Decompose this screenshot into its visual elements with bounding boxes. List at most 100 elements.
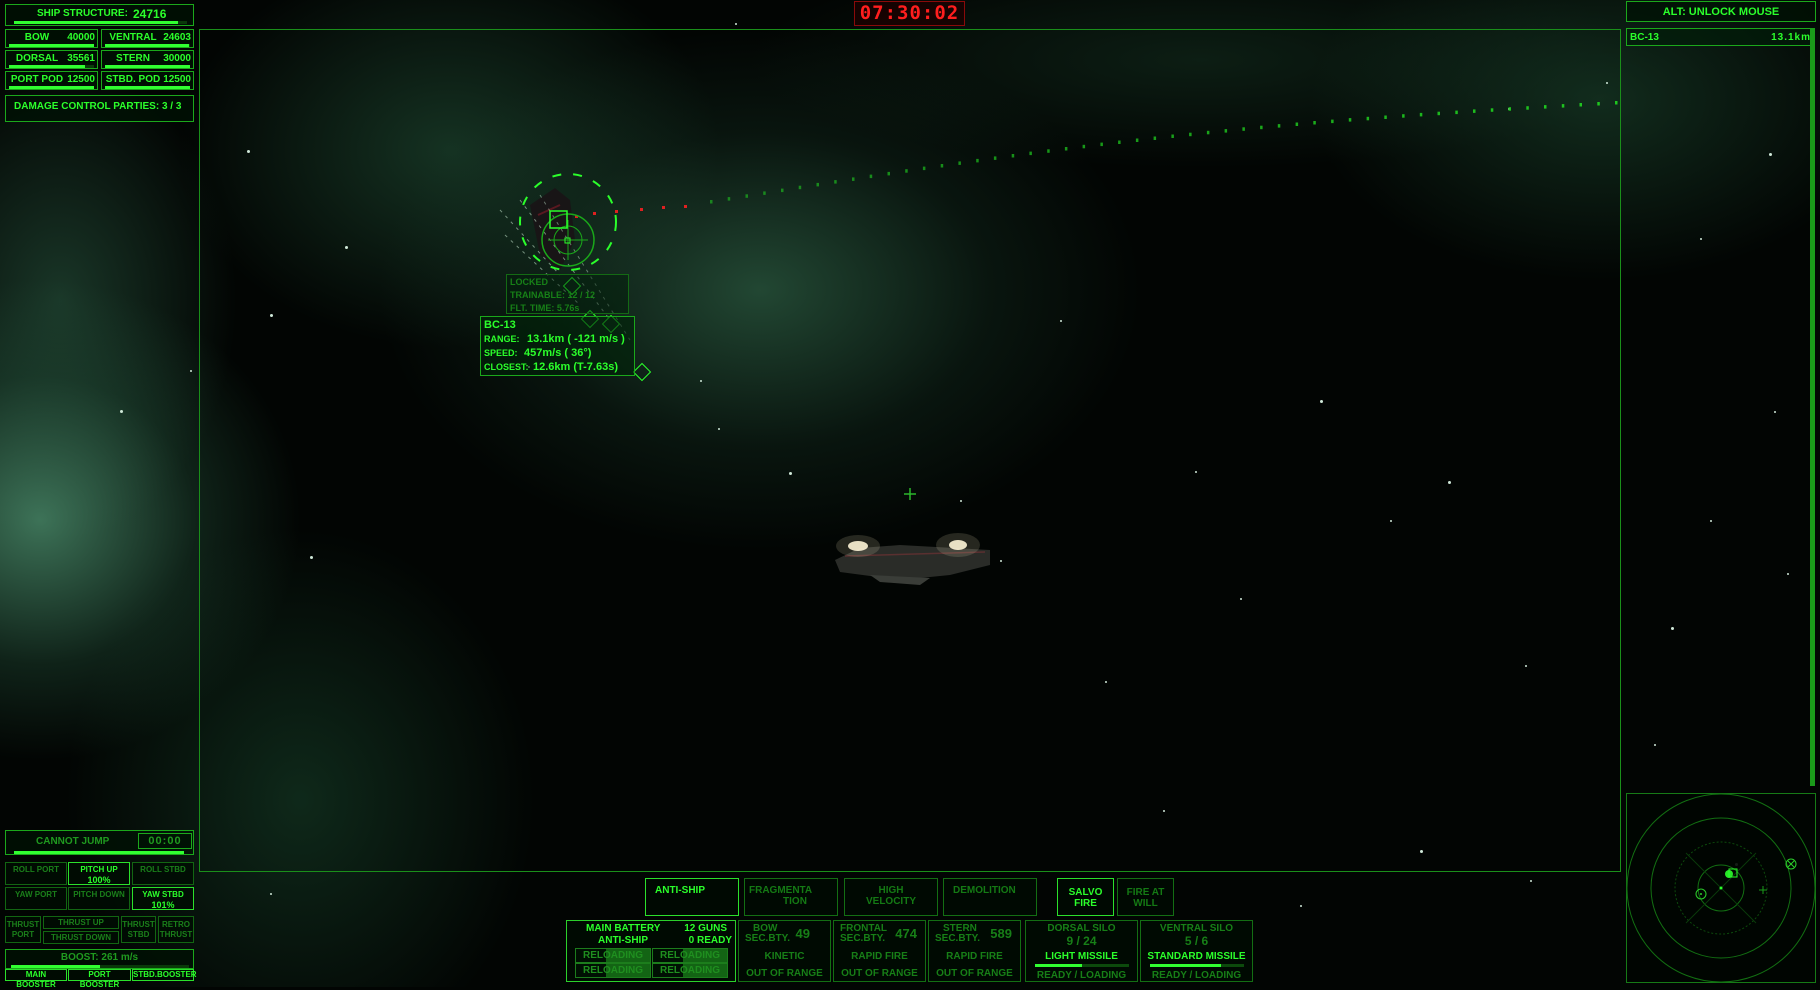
secondary-battery-frontal[interactable]: FRONTAL SEC.BTY. 474 RAPID FIRE OUT OF RANGE <box>833 920 926 982</box>
hull-section-bow: BOW 40000 <box>5 29 98 48</box>
trajectory-point <box>1597 102 1600 106</box>
fire-mode-salvo-fire[interactable]: SALVO FIRE <box>1057 878 1114 916</box>
trajectory-point <box>1455 110 1458 115</box>
battery-count: 474 <box>895 926 917 941</box>
trajectory-point <box>887 171 890 176</box>
fire-mode-fire-at-will[interactable]: FIRE AT WILL <box>1117 878 1174 916</box>
turret-status: RELOADING <box>575 948 651 963</box>
target-list-distance: 13.1km <box>1771 32 1811 43</box>
target-list-scrollbar[interactable] <box>1810 28 1815 786</box>
trajectory-point <box>1277 124 1281 128</box>
thrust-port-button[interactable]: THRUST PORT <box>5 916 41 943</box>
jump-timer: 00:00 <box>148 835 182 847</box>
ammo-mode-fragmenta[interactable]: FRAGMENTA TION <box>744 878 838 916</box>
silo-missile-type: LIGHT MISSILE <box>1045 951 1118 962</box>
turret-status: RELOADING <box>652 948 728 963</box>
unlock-mouse-hint[interactable]: ALT: UNLOCK MOUSE <box>1626 1 1816 22</box>
ship-structure-panel: SHIP STRUCTURE: 24716 <box>5 4 194 26</box>
range-label: RANGE: <box>484 334 520 344</box>
ammo-mode-demolition[interactable]: DEMOLITION <box>943 878 1037 916</box>
range-value: 13.1km ( -121 m/s ) <box>527 333 625 345</box>
section-label: BOW <box>24 32 50 43</box>
secondary-battery-stern[interactable]: STERN SEC.BTY. 589 RAPID FIRE OUT OF RANGE <box>928 920 1021 982</box>
target-list-item[interactable]: BC-13 13.1km <box>1626 28 1814 46</box>
trajectory-point <box>745 194 748 198</box>
main-battery-ready: 0 READY <box>688 935 732 946</box>
trajectory-point <box>781 188 784 193</box>
section-value: 40000 <box>67 32 95 43</box>
yaw-stbd-button[interactable]: YAW STBD 101% <box>132 887 194 910</box>
trajectory-point <box>1615 101 1618 105</box>
lock-info-panel: LOCKED TRAINABLE: 12 / 12 FLT. TIME: 5.7… <box>506 274 629 314</box>
battery-type: KINETIC <box>764 951 805 962</box>
turret-status: RELOADING <box>575 963 651 978</box>
section-value: 35561 <box>67 53 95 64</box>
roll-stbd-button[interactable]: ROLL STBD <box>132 862 194 885</box>
section-label: VENTRAL <box>109 32 157 43</box>
pitch-down-button[interactable]: PITCH DOWN <box>68 887 130 910</box>
thrust-stbd-button[interactable]: THRUST STBD <box>121 916 156 943</box>
stbd-booster-button[interactable]: STBD.BOOSTER <box>132 969 197 981</box>
ammo-mode-label: ANTI-SHIP <box>655 885 705 896</box>
trajectory-point <box>1224 129 1228 133</box>
trajectory-point <box>958 161 961 165</box>
mission-clock: 07:30:02 <box>854 1 965 26</box>
trajectory-point <box>1331 119 1334 124</box>
silo-status: READY / LOADING <box>1036 970 1127 981</box>
battery-count: 49 <box>795 926 810 941</box>
trajectory-point <box>1526 106 1529 110</box>
thrust-down-button[interactable]: THRUST DOWN <box>43 931 119 944</box>
section-bar <box>9 86 94 89</box>
trajectory-point <box>1100 142 1103 147</box>
battery-count: 589 <box>990 926 1012 941</box>
trajectory-point <box>1242 127 1245 131</box>
trajectory-point <box>1508 107 1511 111</box>
battery-type: RAPID FIRE <box>946 951 1003 962</box>
trajectory-point <box>763 191 766 195</box>
section-value: 30000 <box>163 53 191 64</box>
port-booster-button[interactable]: PORT BOOSTER <box>68 969 131 989</box>
jump-panel: CANNOT JUMP 00:00 <box>5 830 194 855</box>
trajectory-point <box>905 169 908 173</box>
boost-panel: BOOST: 261 m/s <box>5 949 194 969</box>
trajectory-point <box>1082 144 1086 149</box>
weapon-trajectory-green <box>710 101 1618 204</box>
yaw-port-button[interactable]: YAW PORT <box>5 887 67 910</box>
jump-status: CANNOT JUMP <box>36 836 110 847</box>
dorsal-silo[interactable]: DORSAL SILO 9 / 24 LIGHT MISSILE READY / LO… <box>1025 920 1138 982</box>
hull-section-port-pod: PORT POD 12500 <box>5 71 98 90</box>
ventral-silo[interactable]: VENTRAL SILO 5 / 6 STANDARD MISSILE READY /… <box>1140 920 1253 982</box>
section-bar <box>9 65 94 68</box>
fire-mode-label-2: FIRE <box>1074 898 1097 909</box>
hull-section-stbd-pod: STBD. POD 12500 <box>101 71 194 90</box>
ship-structure-value: 24716 <box>133 7 167 21</box>
silo-title: DORSAL SILO <box>1047 923 1116 934</box>
fire-mode-label: FIRE AT <box>1126 887 1165 898</box>
thrust-up-button[interactable]: THRUST UP <box>43 916 119 929</box>
main-booster-button[interactable]: MAIN BOOSTER <box>5 969 67 989</box>
main-battery-panel[interactable]: MAIN BATTERY 12 GUNS ANTI-SHIP 0 READY R… <box>566 920 736 982</box>
secondary-battery-bow[interactable]: BOW SEC.BTY. 49 KINETIC OUT OF RANGE <box>738 920 831 982</box>
trajectory-point <box>1135 138 1139 142</box>
trajectory-point <box>1402 114 1405 118</box>
trajectory-point <box>1348 118 1352 122</box>
pitch-up-button[interactable]: PITCH UP 100% <box>68 862 130 885</box>
trajectory-point <box>640 208 643 211</box>
section-bar <box>9 44 94 47</box>
trajectory-point <box>1029 151 1032 156</box>
trajectory-point <box>1189 132 1192 137</box>
roll-port-button[interactable]: ROLL PORT <box>5 862 67 885</box>
section-bar <box>105 86 190 89</box>
trajectory-point <box>727 197 731 201</box>
silo-missile-type: STANDARD MISSILE <box>1147 951 1246 962</box>
ammo-mode-anti-ship[interactable]: ANTI-SHIP <box>645 878 739 916</box>
trajectory-point <box>1366 116 1370 121</box>
trajectory-point <box>976 158 979 163</box>
retro-thrust-button[interactable]: RETRO THRUST <box>158 916 194 943</box>
trajectory-point <box>1295 122 1299 126</box>
jump-timer-box: 00:00 <box>138 833 192 849</box>
ammo-mode-high[interactable]: HIGH VELOCITY <box>844 878 938 916</box>
section-value: 12500 <box>67 74 95 85</box>
trajectory-point <box>993 156 997 160</box>
ammo-mode-label: HIGH <box>878 885 904 896</box>
